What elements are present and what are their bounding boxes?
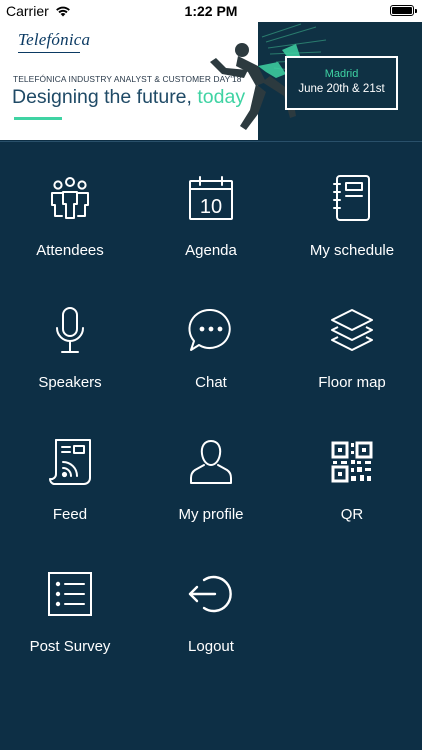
battery-fill	[392, 7, 412, 14]
menu-item-feed[interactable]: Feed	[0, 406, 140, 538]
microphone-icon	[46, 306, 94, 354]
menu-label-floor-map: Floor map	[318, 374, 386, 391]
menu-label-attendees: Attendees	[36, 242, 104, 259]
event-city: Madrid	[324, 68, 359, 80]
people-icon	[46, 174, 94, 222]
logout-icon	[187, 570, 235, 618]
menu-item-chat[interactable]: Chat	[141, 274, 281, 406]
menu-label-feed: Feed	[52, 506, 88, 523]
menu-item-attendees[interactable]: Attendees	[0, 142, 140, 274]
user-icon	[187, 438, 235, 486]
menu-label-agenda: Agenda	[185, 242, 237, 259]
calendar-icon: 10	[187, 174, 235, 222]
main-menu-grid: Attendees 10 Agenda My schedule Speakers…	[0, 141, 422, 750]
menu-label-speakers: Speakers	[38, 374, 102, 391]
status-bar: Carrier 1:22 PM	[0, 0, 422, 22]
menu-label-chat: Chat	[195, 374, 227, 391]
checklist-icon	[46, 570, 94, 618]
menu-item-floor-map[interactable]: Floor map	[282, 274, 422, 406]
brand-underline	[18, 52, 80, 53]
event-banner: Telefónica TELEFÓNICA INDUSTRY ANALYST &…	[0, 22, 422, 140]
menu-item-speakers[interactable]: Speakers	[0, 274, 140, 406]
chat-bubble-icon	[187, 306, 235, 354]
menu-label-my-schedule: My schedule	[309, 242, 395, 259]
menu-label-logout: Logout	[188, 638, 234, 655]
menu-item-post-survey[interactable]: Post Survey	[0, 538, 140, 670]
menu-label-post-survey: Post Survey	[29, 638, 111, 655]
brand-logo: Telefónica	[18, 30, 91, 49]
menu-item-agenda[interactable]: 10 Agenda	[141, 142, 281, 274]
notebook-icon	[328, 174, 376, 222]
menu-item-logout[interactable]: Logout	[141, 538, 281, 670]
menu-item-my-schedule[interactable]: My schedule	[282, 142, 422, 274]
calendar-day-number: 10	[200, 196, 222, 218]
event-dates: June 20th & 21st	[298, 83, 385, 95]
battery-icon	[390, 5, 417, 16]
headline-main: Designing the future,	[12, 86, 198, 108]
event-info-box: Madrid June 20th & 21st	[285, 56, 398, 110]
menu-label-my-profile: My profile	[178, 506, 244, 523]
menu-item-my-profile[interactable]: My profile	[141, 406, 281, 538]
banner-accent-line	[14, 117, 62, 120]
qr-code-icon	[328, 438, 376, 486]
status-time: 1:22 PM	[184, 3, 238, 19]
menu-label-qr: QR	[340, 506, 364, 523]
menu-item-qr[interactable]: QR	[282, 406, 422, 538]
layers-icon	[328, 306, 376, 354]
rss-document-icon	[46, 438, 94, 486]
